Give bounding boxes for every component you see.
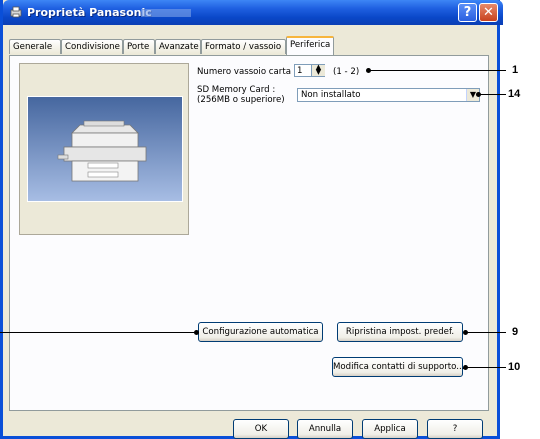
apply-button[interactable]: Applica (362, 419, 418, 439)
window-title: Proprietà Panasonic (27, 6, 152, 19)
callout-line-auto (0, 332, 196, 333)
restore-defaults-button[interactable]: Ripristina impost. predef. (337, 322, 463, 342)
callout-line-modify (466, 367, 506, 368)
help-button[interactable]: ? (427, 419, 483, 439)
title-help-button[interactable]: ? (458, 3, 477, 22)
sd-card-label-size: (256MB o superiore) (197, 95, 285, 105)
sd-card-select[interactable]: Non installato ▼ (297, 88, 480, 102)
tray-number-spinner[interactable]: 1 ▲ ▼ (294, 64, 325, 77)
auto-config-button[interactable]: Configurazione automatica (198, 322, 323, 342)
callout-number-tray: 1 (512, 64, 519, 76)
callout-line-restore (466, 332, 506, 333)
tray-range-text: (1 - 2) (333, 67, 360, 77)
tab-periferica[interactable]: Periferica (286, 36, 334, 55)
tray-number-value: 1 (297, 66, 303, 76)
tab-porte[interactable]: Porte (123, 39, 155, 54)
tab-avanzate[interactable]: Avanzate (155, 39, 201, 54)
preview-background (27, 96, 183, 202)
callout-number-modify: 10 (508, 361, 521, 373)
title-redaction (141, 9, 191, 17)
callout-line-sd (479, 94, 506, 95)
close-button[interactable]: ✕ (479, 3, 498, 22)
ok-button[interactable]: OK (233, 419, 289, 439)
copier-illustration (28, 97, 182, 201)
callout-number-restore: 9 (512, 326, 519, 338)
modify-contacts-button[interactable]: Modifica contatti di supporto... (332, 357, 464, 377)
spinner-arrows-icon[interactable]: ▲ ▼ (311, 64, 325, 76)
sd-card-label: SD Memory Card : (197, 85, 276, 95)
title-bar[interactable]: Proprietà Panasonic ? ✕ (3, 0, 503, 25)
tab-generale[interactable]: Generale (9, 39, 61, 54)
tab-condivisione[interactable]: Condivisione (61, 39, 123, 54)
callout-line-tray (369, 70, 506, 71)
tray-number-label: Numero vassoio carta : (197, 67, 297, 77)
cancel-button[interactable]: Annulla (297, 419, 353, 439)
printer-preview (19, 63, 189, 235)
callout-number-sd: 14 (508, 88, 521, 100)
printer-icon (10, 6, 22, 18)
sd-card-value: Non installato (301, 90, 361, 100)
tab-formato-vassoio[interactable]: Formato / vassoio (201, 39, 286, 54)
